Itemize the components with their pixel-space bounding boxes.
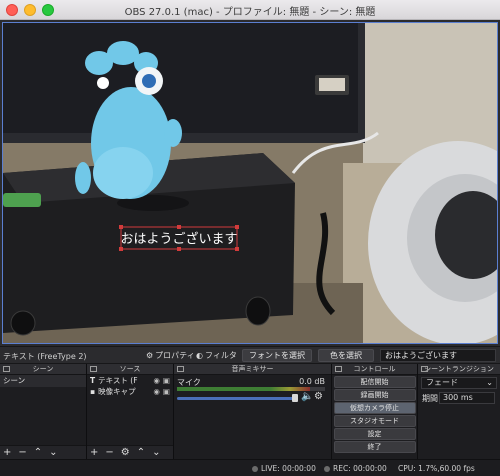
source-list-item[interactable]: T テキスト (F ◉ ▣ [87, 375, 173, 386]
gear-icon: ⚙ [146, 351, 154, 360]
select-color-button[interactable]: 色を選択 [318, 349, 374, 362]
rec-status: REC: 00:00:00 [324, 464, 387, 473]
filters-button[interactable]: ◐ フィルタ [196, 350, 237, 361]
sources-dock-header: ソース [87, 364, 173, 375]
studio-mode-button[interactable]: スタジオモード [333, 415, 416, 427]
status-bar: LIVE: 00:00:00 REC: 00:00:00 CPU: 1.7%,6… [0, 459, 500, 476]
start-streaming-button[interactable]: 配信開始 [333, 376, 416, 388]
live-indicator-icon [252, 465, 258, 472]
gear-icon[interactable]: ⚙ [314, 391, 323, 402]
overlay-text: おはようございます [120, 231, 237, 247]
select-font-button[interactable]: フォントを選択 [242, 349, 312, 362]
chevron-down-icon[interactable]: ⌄ [152, 447, 160, 458]
scene-transitions-dock: シーントランジション フェード ⌄ 期間 300 ms [418, 364, 500, 459]
dock-float-icon[interactable] [177, 366, 184, 372]
rec-indicator-icon [324, 465, 330, 472]
start-recording-button[interactable]: 録画開始 [333, 389, 416, 401]
controls-dock-header: コントロール [332, 364, 417, 375]
chevron-down-icon[interactable]: ⌄ [49, 447, 57, 458]
preview-canvas[interactable]: おはようございます [2, 22, 498, 344]
gear-icon[interactable]: ⚙ [121, 447, 130, 458]
source-toolbar: テキスト (FreeType 2) ⚙ プロパティ ◐ フィルタ フォントを選択… [0, 346, 500, 364]
controls-dock: コントロール 配信開始 録画開始 仮想カメラ停止 スタジオモード 設定 終了 [332, 364, 418, 459]
scenes-dock-header: シーン [0, 364, 86, 375]
source-list-item[interactable]: ▪ 映像キャプ ◉ ▣ [87, 386, 173, 397]
add-source-icon[interactable]: + [90, 447, 98, 458]
filter-icon: ◐ [196, 351, 203, 360]
scenes-dock: シーン シーン + − ⌃ ⌄ [0, 364, 87, 459]
sources-dock-footer: + − ⚙ ⌃ ⌄ [87, 445, 173, 459]
camera-feed-image: おはようございます [3, 23, 497, 343]
window-title: OBS 27.0.1 (mac) - プロファイル: 無題 - シーン: 無題 [124, 7, 376, 18]
selected-source-name: テキスト (FreeType 2) [3, 352, 87, 361]
chevron-down-icon: ⌄ [486, 378, 493, 387]
audio-mixer-dock: 音声ミキサー マイク 0.0 dB 🔈 ⚙ [174, 364, 332, 459]
eye-icon[interactable]: ◉ [153, 375, 160, 386]
transition-select[interactable]: フェード ⌄ [421, 377, 497, 389]
sources-dock: ソース T テキスト (F ◉ ▣ ▪ 映像キャプ ◉ ▣ + − ⚙ ⌃ ⌄ [87, 364, 174, 459]
scene-list-item[interactable]: シーン [0, 375, 86, 387]
properties-button[interactable]: ⚙ プロパティ [146, 350, 195, 361]
remove-source-icon[interactable]: − [105, 447, 113, 458]
cpu-status: CPU: 1.7%,60.00 fps [398, 464, 475, 473]
canvas-area: おはようございます [0, 20, 500, 346]
scene-transitions-dock-header: シーントランジション [418, 364, 500, 375]
exit-button[interactable]: 終了 [333, 441, 416, 453]
text-icon: T [90, 376, 96, 385]
properties-label: プロパティ [155, 351, 195, 360]
mixer-db-value: 0.0 dB [299, 377, 325, 386]
duration-input[interactable]: 300 ms [439, 392, 495, 404]
chevron-up-icon[interactable]: ⌃ [34, 447, 42, 458]
volume-slider[interactable] [177, 397, 295, 400]
window-titlebar: OBS 27.0.1 (mac) - プロファイル: 無題 - シーン: 無題 [0, 0, 500, 20]
duration-label: 期間 [422, 394, 438, 403]
live-status: LIVE: 00:00:00 [252, 464, 316, 473]
eye-icon[interactable]: ◉ [153, 386, 160, 397]
audio-mixer-dock-header: 音声ミキサー [174, 364, 331, 375]
scenes-dock-footer: + − ⌃ ⌄ [0, 445, 86, 459]
text-input[interactable]: おはようございます [380, 349, 496, 362]
add-scene-icon[interactable]: + [3, 447, 11, 458]
dock-float-icon[interactable] [335, 366, 342, 372]
camera-icon: ▪ [90, 387, 96, 396]
filters-label: フィルタ [204, 351, 237, 360]
stop-virtual-camera-button[interactable]: 仮想カメラ停止 [333, 402, 416, 414]
dock-float-icon[interactable] [3, 366, 10, 372]
audio-level-fill [177, 387, 311, 391]
remove-scene-icon[interactable]: − [18, 447, 26, 458]
dock-float-icon[interactable] [421, 366, 428, 372]
chevron-up-icon[interactable]: ⌃ [137, 447, 145, 458]
settings-button[interactable]: 設定 [333, 428, 416, 440]
dock-float-icon[interactable] [90, 366, 97, 372]
speaker-icon[interactable]: 🔈 [301, 391, 313, 402]
lock-icon[interactable]: ▣ [163, 375, 170, 386]
volume-slider-handle[interactable] [292, 394, 298, 402]
lock-icon[interactable]: ▣ [163, 386, 170, 397]
